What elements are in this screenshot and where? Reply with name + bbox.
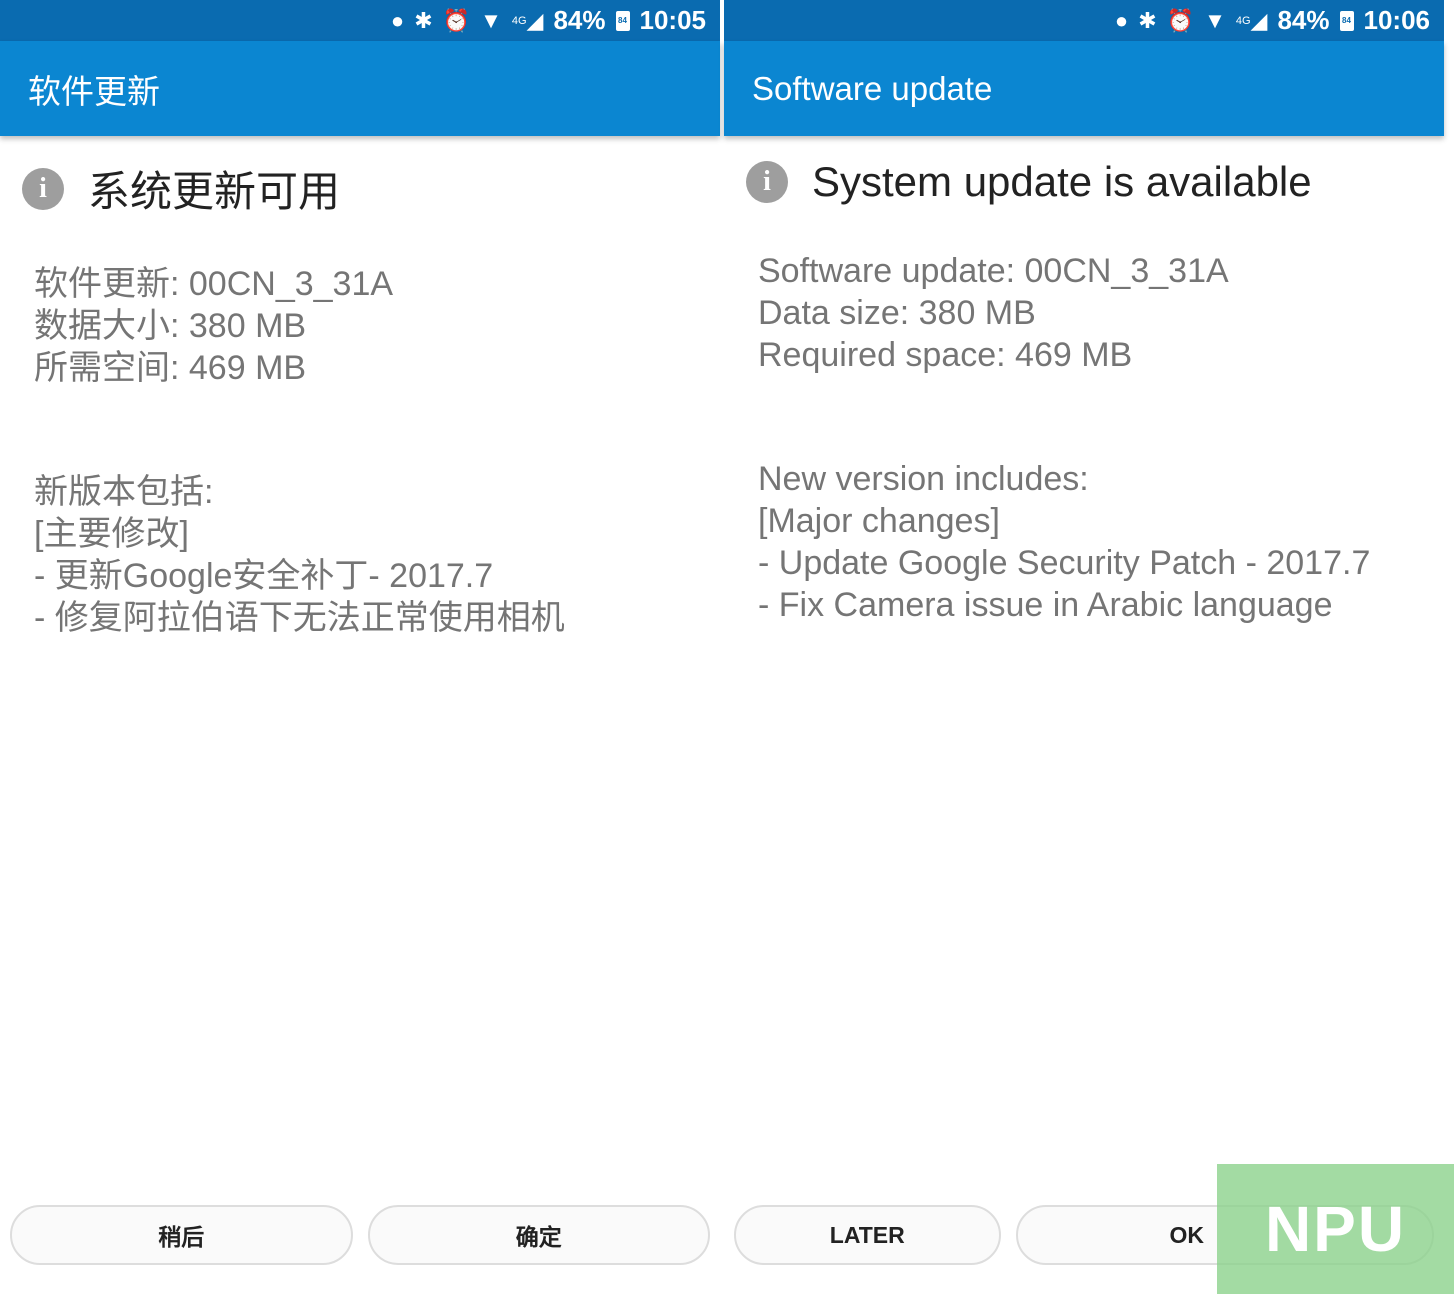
app-bar: 软件更新 [0,41,720,136]
heading-title: System update is available [812,158,1312,205]
note-line: [Major changes] [758,502,1000,540]
battery-icon: 84 [1339,10,1354,31]
battery-percent: 84% [1277,5,1330,35]
detail-line: 数据大小: 380 MB [34,307,307,345]
update-details: 软件更新: 00CN_3_31A 数据大小: 380 MB 所需空间: 469 MB [34,263,720,389]
screen-1: ● ✱ ⏰ ▼ 4G ◢ 84% 84 10:05 软件更新 i 系统更新可用 软… [0,0,720,1294]
app-bar-title: Software update [752,69,993,107]
status-bar: ● ✱ ⏰ ▼ 4G ◢ 84% 84 10:05 [0,0,720,41]
update-heading: i 系统更新可用 [22,158,720,219]
clock: 10:06 [1363,5,1431,35]
update-heading: i System update is available [746,158,1444,206]
info-icon: i [22,167,64,210]
screen-2: ● ✱ ⏰ ▼ 4G ◢ 84% 84 10:06 Software update… [724,0,1444,1294]
alarm-icon: ⏰ [442,7,471,33]
detail-line: 所需空间: 469 MB [34,349,307,387]
clock: 10:05 [639,5,707,35]
signal-icon: 4G ◢ [511,7,544,33]
update-details: Software update: 00CN_3_31A Data size: 38… [758,250,1444,376]
note-line: - Update Google Security Patch - 2017.7 [758,544,1371,582]
detail-line: Required space: 469 MB [758,336,1133,374]
wifi-icon: ▼ [1204,7,1226,33]
bluetooth-icon: ✱ [1138,7,1157,33]
battery-icon: 84 [615,10,630,31]
ok-button[interactable]: 确定 [367,1205,710,1265]
note-line: - Fix Camera issue in Arabic language [758,586,1333,624]
later-button[interactable]: LATER [734,1205,1001,1265]
button-bar: 稍后 确定 [10,1205,710,1265]
network-type: 4G [1235,14,1251,27]
detail-line: 软件更新: 00CN_3_31A [34,265,394,303]
location-icon: ● [390,7,405,33]
later-button[interactable]: 稍后 [10,1205,353,1265]
battery-percent: 84% [553,5,606,35]
location-icon: ● [1114,7,1129,33]
release-notes: 新版本包括: [主要修改] - 更新Google安全补丁- 2017.7 - 修复阿拉… [34,471,720,639]
signal-icon: 4G ◢ [1235,7,1268,33]
detail-line: Software update: 00CN_3_31A [758,252,1229,290]
app-bar: Software update [724,41,1444,136]
app-bar-title: 软件更新 [28,72,160,110]
bluetooth-icon: ✱ [414,7,433,33]
release-notes: New version includes: [Major changes] - Up… [758,458,1444,626]
wifi-icon: ▼ [480,7,502,33]
status-bar: ● ✱ ⏰ ▼ 4G ◢ 84% 84 10:06 [724,0,1444,41]
network-type: 4G [511,14,527,27]
heading-title: 系统更新可用 [88,168,341,215]
alarm-icon: ⏰ [1166,7,1195,33]
note-line: [主要修改] [34,515,189,553]
detail-line: Data size: 380 MB [758,294,1036,332]
note-line: New version includes: [758,460,1089,498]
info-icon: i [746,161,788,203]
note-line: - 修复阿拉伯语下无法正常使用相机 [34,599,565,637]
note-line: 新版本包括: [34,473,214,511]
npu-watermark: NPU [1217,1164,1454,1294]
note-line: - 更新Google安全补丁- 2017.7 [34,557,494,595]
